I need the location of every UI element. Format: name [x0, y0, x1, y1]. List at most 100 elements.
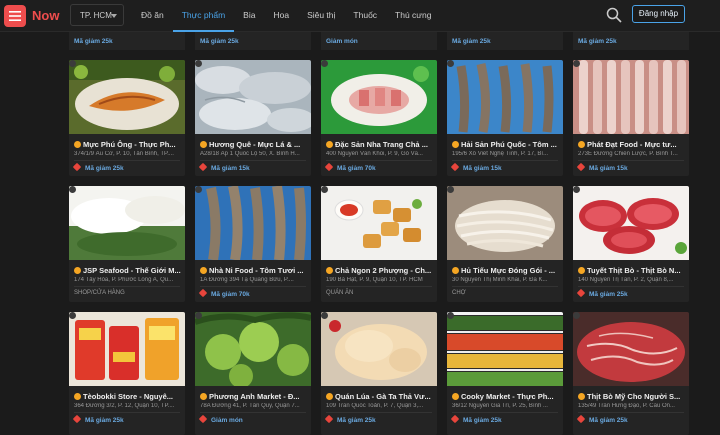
store-title: Mực Phú Ông - Thực Ph... [74, 140, 182, 149]
badge-dot [573, 60, 580, 67]
hamburger-icon [9, 11, 21, 21]
store-card[interactable]: Cooky Market - Thực Ph... 36/12 Nguyễn G… [447, 312, 563, 435]
partial-store-card[interactable]: Mã giảm 25k [69, 32, 185, 50]
store-card[interactable]: Tèobokki Store - Nguyê... 364 Đường 3/2,… [69, 312, 185, 435]
store-address: 195/6 Xô Viết Nghệ Tĩnh, P. 17, Bì... [452, 151, 549, 157]
store-card[interactable]: Phát Đạt Food - Mực tư... 273E Đường Chi… [573, 60, 689, 176]
store-address: 400 Nguyễn Văn Khối, P. 9, Gò Vấ... [326, 151, 423, 157]
promo-label: Mã giảm 25k [452, 38, 491, 45]
tag-icon [72, 414, 82, 424]
store-card[interactable]: Hương Quê - Mực Lá & ... A28/18 Ấp 1 Quố… [195, 60, 311, 176]
verified-icon [326, 141, 333, 148]
store-image [321, 312, 437, 386]
nav-thuc-pham[interactable]: Thực phẩm [172, 0, 235, 32]
store-card[interactable]: Nhà Ni Food - Tôm Tươi ... 1A Đường 394 … [195, 186, 311, 302]
verified-icon [74, 393, 81, 400]
store-card[interactable]: Tuyết Thịt Bò - Thịt Bò N... 140 Nguyễn … [573, 186, 689, 302]
promo-label: Mã giảm 25k [337, 417, 376, 424]
store-title-text: Thịt Bò Mỹ Cho Người S... [587, 392, 681, 401]
verified-icon [326, 393, 333, 400]
divider [452, 286, 558, 287]
divider [74, 160, 180, 161]
nav-hoa[interactable]: Hoa [264, 0, 298, 32]
partial-store-card[interactable]: Mã giảm 25k [447, 32, 563, 50]
store-image [69, 186, 185, 260]
store-title: JSP Seafood - Thế Giới M... [74, 266, 182, 275]
store-address: 174 Tây Hòa, P. Phước Long A, Qu... [74, 277, 174, 283]
promo: Mã giảm 70k [324, 162, 376, 172]
store-card[interactable]: Phương Anh Market - Đ... 78A Đường 41, P… [195, 312, 311, 435]
partial-store-card[interactable]: Mã giảm 25k [573, 32, 689, 50]
promo-label: Mã giảm 70k [337, 165, 376, 172]
divider [200, 412, 306, 413]
store-card[interactable]: Thịt Bò Mỹ Cho Người S... 135/49 Trần Hư… [573, 312, 689, 435]
store-address: 190 Bà Hạt, P. 9, Quận 10, TP. HCM [326, 277, 423, 283]
nav-do-an[interactable]: Đồ ăn [132, 0, 173, 32]
store-image [447, 312, 563, 386]
store-card[interactable]: Hủ Tiếu Mực Đóng Gói - ... 30 Nguyễn Thị… [447, 186, 563, 302]
nav-thu-cung[interactable]: Thú cưng [386, 0, 440, 32]
promo: Mã giảm 25k [450, 414, 502, 424]
city-select[interactable]: TP. HCM [70, 4, 124, 26]
verified-icon [578, 267, 585, 274]
store-address: 140 Nguyễn Trị Tấn, P. 2, Quận 8,... [578, 277, 674, 283]
login-button[interactable]: Đăng nhập [632, 5, 685, 23]
partial-store-card[interactable]: Mã giảm 25k [195, 32, 311, 50]
store-card[interactable]: Đặc Sản Nha Trang Chả ... 400 Nguyễn Văn… [321, 60, 437, 176]
store-card[interactable]: Quán Lúa - Gà Ta Thả Vư... 109 Trần Quốc… [321, 312, 437, 435]
store-title-text: Tuyết Thịt Bò - Thịt Bò N... [587, 266, 681, 275]
promo-label: Mã giảm 15k [463, 165, 502, 172]
promo-label: Mã giảm 25k [74, 38, 113, 45]
store-image [447, 60, 563, 134]
promo-label: Giảm món [326, 38, 358, 45]
tag-icon [450, 414, 460, 424]
divider [578, 286, 684, 287]
verified-icon [326, 267, 333, 274]
store-card[interactable]: Chả Ngon 2 Phượng - Ch... 190 Bà Hạt, P.… [321, 186, 437, 302]
badge-dot [447, 186, 454, 193]
store-card[interactable]: Mực Phú Ông - Thực Ph... 374/1/9 Âu Cơ, … [69, 60, 185, 176]
promo-label: Mã giảm 25k [589, 417, 628, 424]
divider [452, 160, 558, 161]
store-image [69, 60, 185, 134]
promo-label: Mã giảm 25k [463, 417, 502, 424]
promo-label: Mã giảm 25k [200, 38, 239, 45]
search-icon[interactable] [606, 7, 622, 23]
store-title-text: Hải Sản Phú Quốc - Tôm ... [461, 140, 557, 149]
promo-label: Mã giảm 25k [85, 165, 124, 172]
store-title: Phát Đạt Food - Mực tư... [578, 140, 686, 149]
store-title: Phương Anh Market - Đ... [200, 392, 308, 401]
store-address: 374/1/9 Âu Cơ, P. 10, Tân Bình, TP.... [74, 151, 174, 157]
partial-store-card[interactable]: Giảm món [321, 32, 437, 50]
store-address: 36/12 Nguyễn Gia Trí, P. 25, Bình ... [452, 403, 548, 409]
store-address: 135/49 Trần Hưng Đạo, P. Cầu Ôn... [578, 403, 675, 409]
brand-logo[interactable]: Now [32, 8, 59, 23]
promo: Mã giảm 25k [576, 288, 628, 298]
badge-dot [321, 312, 328, 319]
store-card[interactable]: JSP Seafood - Thế Giới M... 174 Tây Hòa,… [69, 186, 185, 302]
store-address: 273E Đường Chiến Lược, P. Bình T... [578, 151, 678, 157]
store-title-text: Cooky Market - Thực Ph... [461, 392, 554, 401]
store-category: CHỢ [452, 290, 466, 296]
store-category: SHOP/CỬA HÀNG [74, 290, 125, 296]
nav-sieu-thi[interactable]: Siêu thị [298, 0, 344, 32]
menu-button[interactable] [4, 5, 26, 27]
nav-thuoc[interactable]: Thuốc [344, 0, 386, 32]
category-nav: Đồ ăn Thực phẩm Bia Hoa Siêu thị Thuốc T… [132, 0, 440, 32]
store-card[interactable]: Hải Sản Phú Quốc - Tôm ... 195/6 Xô Viết… [447, 60, 563, 176]
badge-dot [195, 186, 202, 193]
promo: Mã giảm 15k [198, 162, 250, 172]
store-title-text: Đặc Sản Nha Trang Chả ... [335, 140, 428, 149]
store-title: Nhà Ni Food - Tôm Tươi ... [200, 266, 308, 275]
promo-label: Mã giảm 25k [578, 38, 617, 45]
store-image [321, 186, 437, 260]
nav-bia[interactable]: Bia [234, 0, 264, 32]
promo-label: Giảm món [211, 417, 243, 424]
tag-icon [198, 162, 208, 172]
verified-icon [200, 141, 207, 148]
badge-dot [321, 60, 328, 67]
store-title-text: Nhà Ni Food - Tôm Tươi ... [209, 266, 304, 275]
tag-icon [198, 414, 208, 424]
promo-label: Mã giảm 25k [85, 417, 124, 424]
tag-icon [576, 414, 586, 424]
